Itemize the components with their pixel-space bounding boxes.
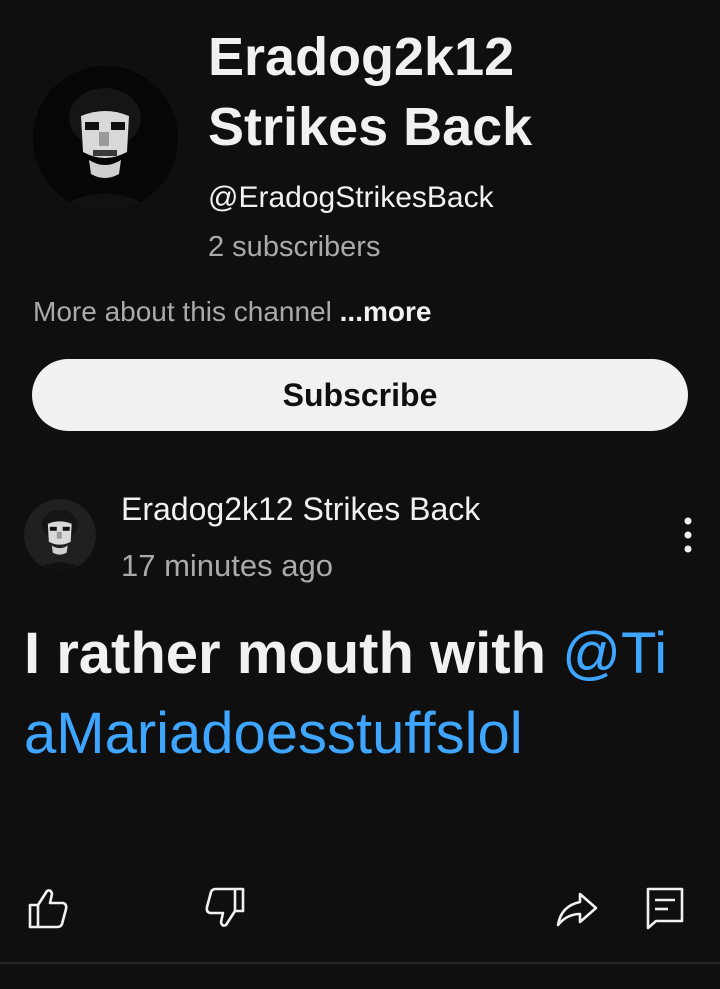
- thumbs-down-icon: [205, 887, 245, 927]
- post-timestamp: 17 minutes ago: [121, 548, 333, 583]
- channel-handle: @EradogStrikesBack: [208, 181, 494, 214]
- thumbs-up-icon: [28, 889, 68, 929]
- channel-name-line2: Strikes Back: [208, 97, 533, 157]
- subscriber-count: 2 subscribers: [208, 231, 381, 263]
- share-button[interactable]: [553, 884, 601, 932]
- post-text: I rather mouth with @TiaMariadoesstuffsl…: [24, 614, 688, 774]
- post-author-name[interactable]: Eradog2k12 Strikes Back: [121, 488, 480, 530]
- channel-name: Eradog2k12 Strikes Back: [208, 22, 708, 162]
- comments-button[interactable]: [641, 884, 689, 932]
- about-more-link[interactable]: ...more: [340, 296, 432, 327]
- divider: [0, 962, 720, 964]
- dislike-button[interactable]: [201, 884, 249, 932]
- dark-face-avatar-icon: [33, 66, 178, 211]
- post-text-body: I rather mouth with: [24, 621, 563, 686]
- channel-name-line1: Eradog2k12: [208, 27, 515, 87]
- channel-avatar[interactable]: [33, 66, 178, 211]
- channel-about[interactable]: More about this channel ...more: [33, 292, 431, 332]
- post-author-avatar[interactable]: [24, 499, 96, 571]
- comment-icon: [646, 887, 684, 930]
- dark-face-avatar-icon: [24, 499, 96, 571]
- about-text: More about this channel: [33, 296, 340, 327]
- like-button[interactable]: [24, 884, 72, 932]
- share-icon: [556, 892, 598, 927]
- more-vert-icon: [684, 517, 692, 553]
- subscribe-button[interactable]: Subscribe: [32, 359, 688, 431]
- post-menu-button[interactable]: [666, 514, 710, 558]
